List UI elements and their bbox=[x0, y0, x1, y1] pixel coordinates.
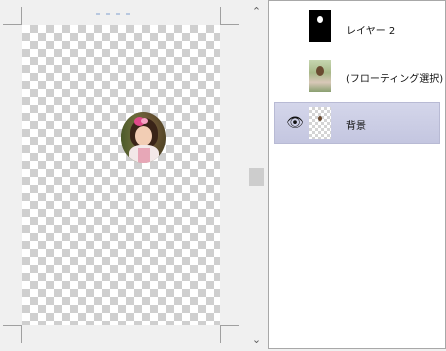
canvas-corner-mark bbox=[3, 7, 22, 25]
ruler-ticks bbox=[96, 0, 136, 15]
layer-thumbnail bbox=[309, 10, 331, 42]
canvas-corner-mark bbox=[220, 7, 239, 25]
layer-row[interactable]: (フローティング選択) bbox=[269, 53, 444, 99]
eye-icon[interactable]: 👁 bbox=[285, 115, 305, 131]
floating-selection-portrait[interactable] bbox=[121, 112, 166, 163]
chevron-down-icon[interactable]: ⌄ bbox=[248, 331, 265, 348]
layer-row[interactable]: レイヤー 2 bbox=[269, 3, 441, 49]
chevron-up-icon[interactable]: ⌃ bbox=[248, 3, 265, 20]
layer-name: 背景 bbox=[346, 121, 366, 132]
image-editor-window: ⌃ ⌄ レイヤー 2 (フローティング選択) 👁 背景 bbox=[0, 0, 446, 351]
layer-row-selected[interactable]: 👁 背景 bbox=[274, 102, 440, 144]
layer-name: レイヤー 2 bbox=[346, 26, 396, 37]
layer-thumbnail bbox=[309, 60, 331, 92]
layer-name: (フローティング選択) bbox=[346, 74, 444, 85]
scrollbar-thumb[interactable] bbox=[249, 168, 264, 186]
layers-panel: レイヤー 2 (フローティング選択) 👁 背景 bbox=[268, 0, 446, 349]
canvas-corner-mark bbox=[220, 325, 239, 343]
vertical-scrollbar[interactable]: ⌃ ⌄ bbox=[248, 0, 265, 351]
canvas-viewport[interactable] bbox=[0, 0, 248, 351]
canvas-corner-mark bbox=[3, 325, 22, 343]
image-canvas[interactable] bbox=[22, 25, 220, 325]
layer-thumbnail bbox=[309, 107, 331, 139]
